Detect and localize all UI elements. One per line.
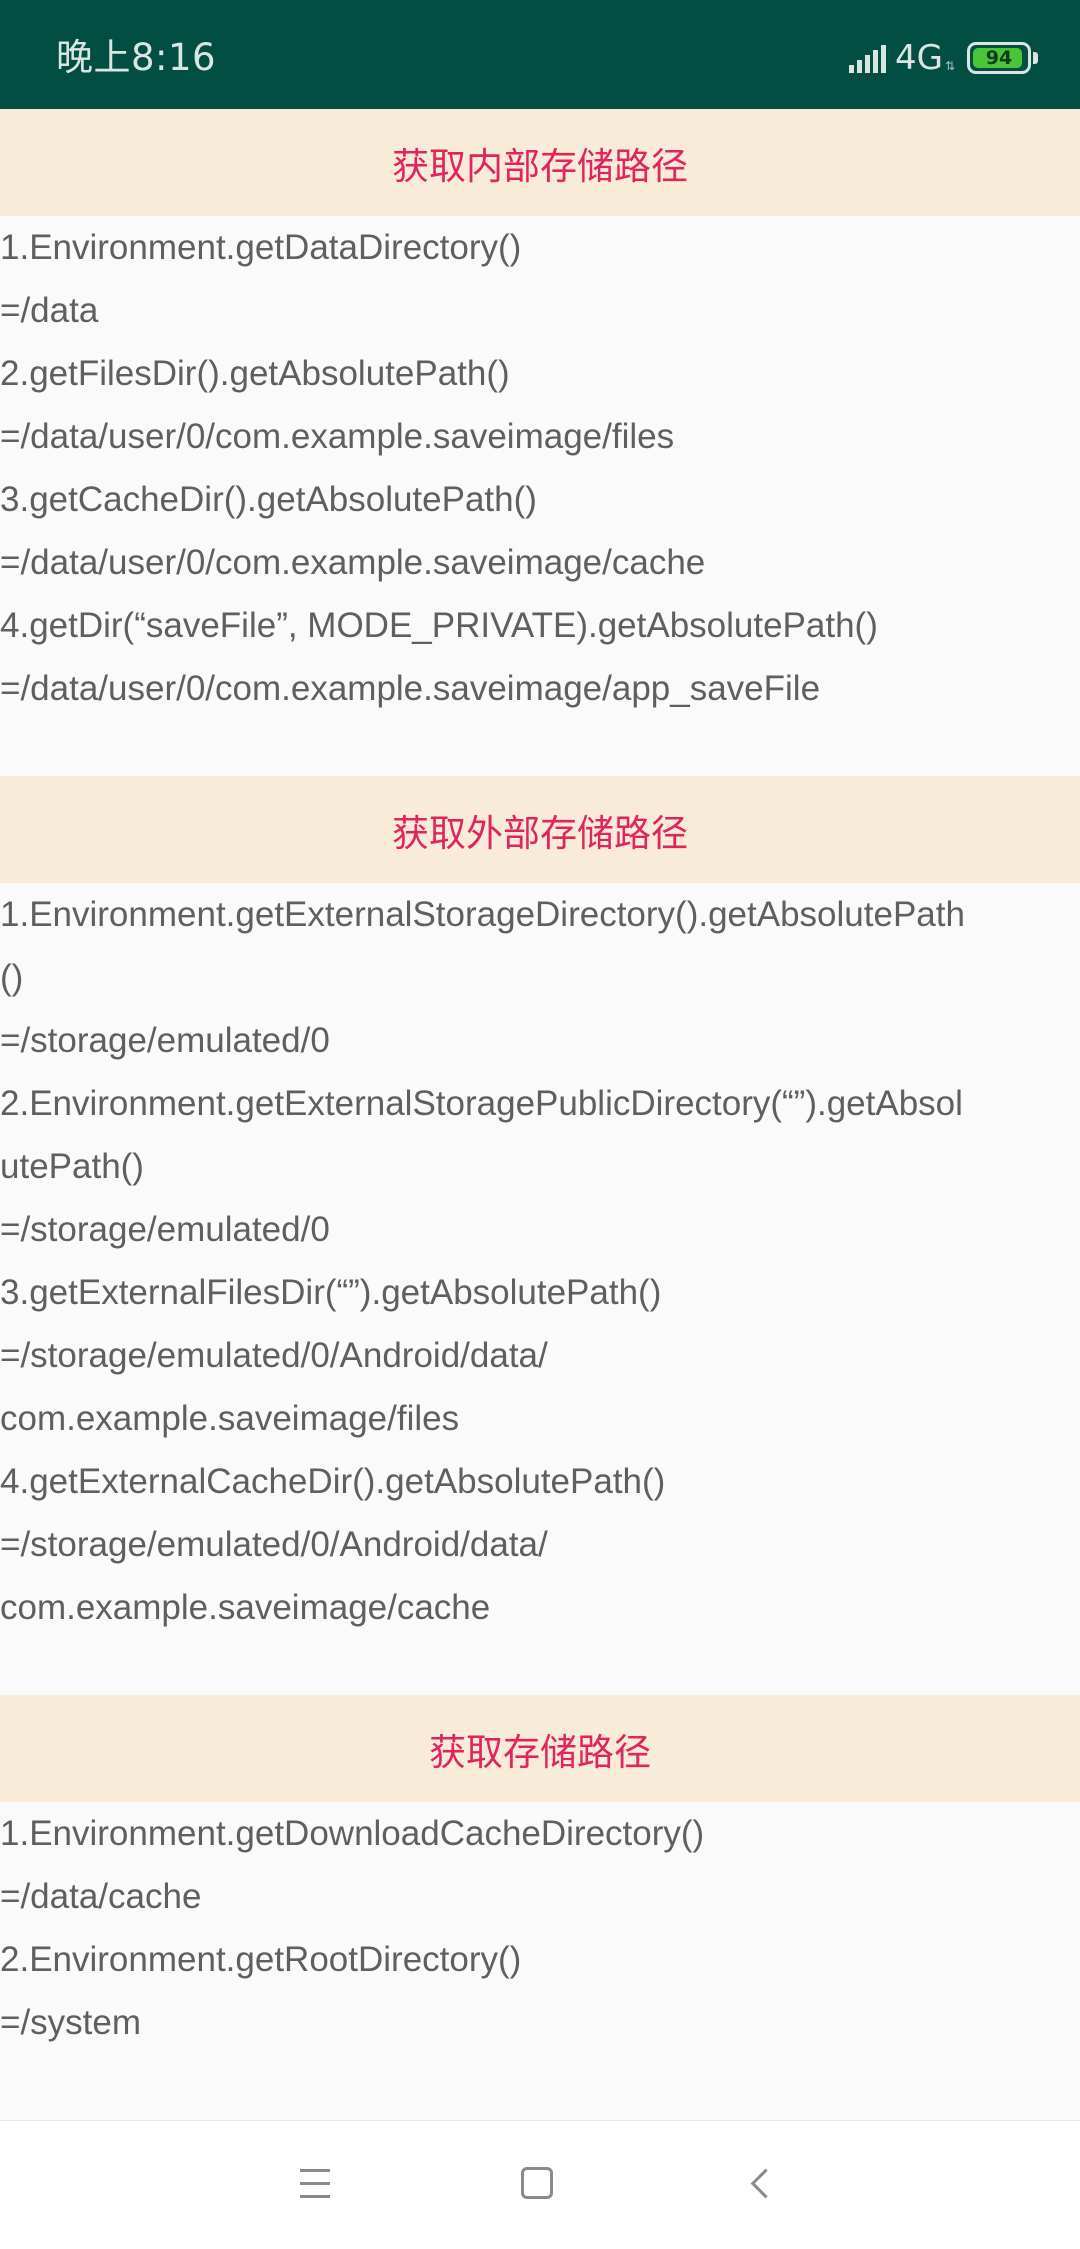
back-icon xyxy=(750,2168,780,2198)
section-body-internal-storage: 1.Environment.getDataDirectory() =/data … xyxy=(0,216,1080,720)
path-line: =/data xyxy=(0,291,99,330)
status-icons: 4G ⇅ 94 xyxy=(848,38,1038,78)
path-line: =/storage/emulated/0/Android/data/ xyxy=(0,1525,548,1564)
battery-icon: 94 xyxy=(967,42,1031,74)
path-line: 4.getExternalCacheDir().getAbsolutePath(… xyxy=(0,1462,666,1501)
section-body-storage: 1.Environment.getDownloadCacheDirectory(… xyxy=(0,1802,1080,2054)
path-line: 4.getDir(“saveFile”, MODE_PRIVATE).getAb… xyxy=(0,606,878,645)
path-line: =/data/user/0/com.example.saveimage/cach… xyxy=(0,543,706,582)
path-line: =/data/user/0/com.example.saveimage/app_… xyxy=(0,669,821,708)
path-line: 2.getFilesDir().getAbsolutePath() xyxy=(0,354,510,393)
path-line: com.example.saveimage/cache xyxy=(0,1588,491,1627)
section-header-storage: 获取存储路径 xyxy=(0,1695,1080,1802)
section-body-external-storage: 1.Environment.getExternalStorageDirector… xyxy=(0,883,1080,1639)
path-line: 1.Environment.getDataDirectory() xyxy=(0,228,522,267)
network-type: 4G xyxy=(894,38,943,78)
path-line: =/data/user/0/com.example.saveimage/file… xyxy=(0,417,675,456)
battery-tip xyxy=(1033,52,1038,64)
back-button[interactable] xyxy=(726,2153,796,2213)
path-line: 3.getCacheDir().getAbsolutePath() xyxy=(0,480,537,519)
signal-icon xyxy=(848,43,889,73)
path-line: =/data/cache xyxy=(0,1877,202,1916)
path-line: 2.Environment.getRootDirectory() xyxy=(0,1940,522,1979)
status-bar: 晚上8:16 4G ⇅ 94 xyxy=(0,0,1080,109)
path-line: =/storage/emulated/0 xyxy=(0,1021,330,1060)
path-line: =/storage/emulated/0/Android/data/ xyxy=(0,1336,548,1375)
path-line: =/storage/emulated/0 xyxy=(0,1210,330,1249)
path-line: =/system xyxy=(0,2003,142,2042)
status-time: 晚上8:16 xyxy=(56,36,217,79)
path-line: () xyxy=(0,958,24,997)
path-line: 1.Environment.getExternalStorageDirector… xyxy=(0,895,965,934)
path-line: utePath() xyxy=(0,1147,144,1186)
section-header-internal-storage: 获取内部存储路径 xyxy=(0,109,1080,216)
menu-icon[interactable] xyxy=(280,2153,350,2213)
path-line: 1.Environment.getDownloadCacheDirectory(… xyxy=(0,1814,705,1853)
network-activity-icon: ⇅ xyxy=(944,59,955,73)
navigation-bar xyxy=(0,2120,1080,2249)
home-button[interactable] xyxy=(502,2153,572,2213)
path-line: 3.getExternalFilesDir(“”).getAbsolutePat… xyxy=(0,1273,662,1312)
home-icon xyxy=(521,2167,553,2199)
path-line: 2.Environment.getExternalStoragePublicDi… xyxy=(0,1084,963,1123)
battery-level: 94 xyxy=(985,47,1013,69)
section-header-external-storage: 获取外部存储路径 xyxy=(0,776,1080,883)
path-line: com.example.saveimage/files xyxy=(0,1399,460,1438)
